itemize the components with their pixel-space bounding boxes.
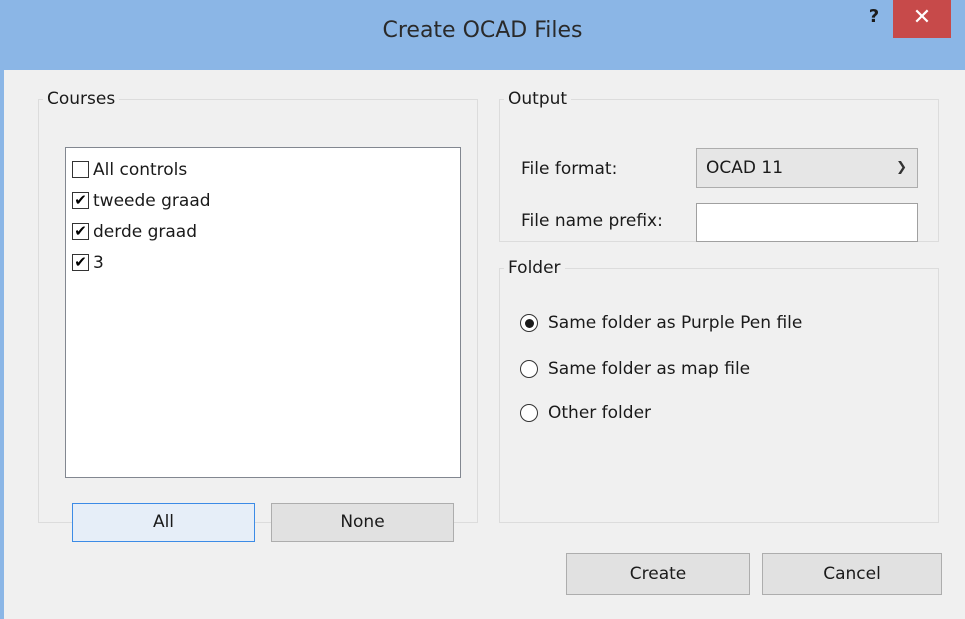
- course-item-tweede-graad[interactable]: ✔ tweede graad: [66, 185, 460, 216]
- folder-option-map-file[interactable]: Same folder as map file: [520, 359, 750, 379]
- close-icon: ✕: [912, 5, 932, 30]
- course-item-derde-graad[interactable]: ✔ derde graad: [66, 216, 460, 247]
- folder-group: Folder Same folder as Purple Pen file Sa…: [499, 258, 939, 523]
- output-legend: Output: [508, 89, 568, 109]
- courses-listbox[interactable]: All controls ✔ tweede graad ✔ derde graa…: [65, 147, 461, 478]
- folder-option-other[interactable]: Other folder: [520, 403, 651, 423]
- course-item-all-controls[interactable]: All controls: [66, 154, 460, 185]
- course-checkbox[interactable]: [72, 161, 89, 178]
- folder-option-purple-pen[interactable]: Same folder as Purple Pen file: [520, 313, 802, 333]
- file-format-value: OCAD 11: [706, 158, 784, 178]
- output-group: Output File format: OCAD 11 ❯ File name …: [499, 89, 939, 242]
- dialog-body: Courses All controls ✔ tweede graad ✔ de…: [0, 70, 965, 619]
- radio-button[interactable]: [520, 360, 538, 378]
- folder-option-label: Other folder: [548, 403, 652, 423]
- chevron-down-icon: ❯: [896, 160, 907, 175]
- course-item-3[interactable]: ✔ 3: [66, 247, 460, 278]
- file-format-label: File format:: [521, 159, 618, 179]
- select-none-button[interactable]: None: [271, 503, 454, 542]
- folder-option-label: Same folder as map file: [548, 359, 751, 379]
- cancel-button[interactable]: Cancel: [762, 553, 942, 595]
- select-all-button[interactable]: All: [72, 503, 255, 542]
- course-label: derde graad: [93, 221, 198, 242]
- radio-selected-dot: [524, 318, 534, 328]
- file-prefix-label: File name prefix:: [521, 211, 663, 231]
- course-checkbox[interactable]: ✔: [72, 223, 89, 240]
- file-format-select[interactable]: OCAD 11 ❯: [696, 148, 918, 188]
- courses-legend: Courses: [47, 89, 116, 109]
- course-label: 3: [93, 252, 104, 273]
- courses-group: Courses All controls ✔ tweede graad ✔ de…: [38, 89, 478, 542]
- close-button[interactable]: ✕: [893, 0, 951, 38]
- folder-option-label: Same folder as Purple Pen file: [548, 313, 803, 333]
- course-checkbox[interactable]: ✔: [72, 254, 89, 271]
- help-icon[interactable]: ?: [854, 0, 894, 40]
- course-label: All controls: [93, 159, 188, 180]
- title-bar: Create OCAD Files ? ✕: [0, 0, 965, 70]
- create-button[interactable]: Create: [566, 553, 750, 595]
- folder-legend: Folder: [508, 258, 561, 278]
- course-checkbox[interactable]: ✔: [72, 192, 89, 209]
- file-prefix-input[interactable]: [696, 203, 918, 242]
- window-title: Create OCAD Files: [382, 18, 583, 43]
- radio-button[interactable]: [520, 314, 538, 332]
- course-label: tweede graad: [93, 190, 211, 211]
- radio-button[interactable]: [520, 404, 538, 422]
